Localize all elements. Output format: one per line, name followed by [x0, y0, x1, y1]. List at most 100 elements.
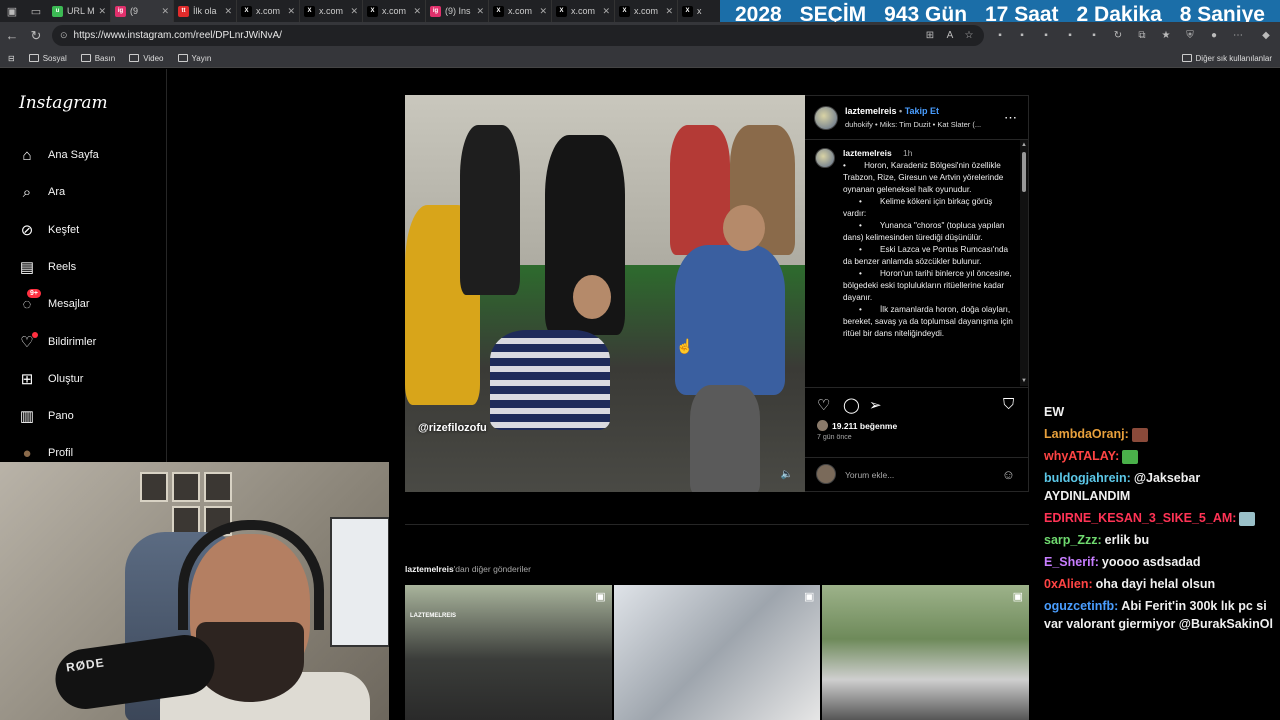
post-thumbnail[interactable]: ▣	[822, 585, 1030, 720]
close-tab-icon[interactable]: ✕	[287, 6, 295, 17]
bookmark-folder-sosyal[interactable]: Sosyal	[28, 54, 67, 63]
caption-author[interactable]: laztemelreis	[843, 148, 892, 158]
folder-icon	[177, 54, 188, 62]
comment-icon[interactable]: ◯	[843, 396, 860, 414]
refresh-ext-icon[interactable]: ↻	[1110, 26, 1126, 44]
tab-title: x.com	[382, 6, 407, 16]
tab-title: İlk ola	[193, 6, 217, 16]
workspaces-icon[interactable]: ▣	[0, 0, 24, 22]
extension-icon[interactable]: ▪	[1038, 26, 1054, 44]
sidebar-item-reels[interactable]: ▤ Reels	[18, 258, 76, 276]
favorite-star-icon[interactable]: ☆	[961, 26, 977, 44]
browser-tab[interactable]: Xx.com ✕	[363, 0, 426, 22]
chat-username[interactable]: EDIRNE_KESAN_3_SIKE_5_AM:	[1044, 511, 1236, 525]
browser-tab[interactable]: Xx.com ✕	[489, 0, 552, 22]
save-bookmark-icon[interactable]: ⛉	[1003, 396, 1014, 413]
scrollbar-thumb[interactable]	[1022, 152, 1026, 192]
author-avatar[interactable]	[814, 106, 838, 130]
extension-icon[interactable]: ▪	[1014, 26, 1030, 44]
likes-count[interactable]: 19.211 beğenme	[817, 420, 897, 431]
follow-button[interactable]: Takip Et	[905, 106, 939, 116]
streamer-webcam: RØDE	[0, 462, 389, 720]
sidebar-item-profile[interactable]: ● Profil	[18, 444, 73, 462]
app-available-icon[interactable]: ⊞	[922, 26, 938, 44]
url-bar[interactable]: ⊙ https://www.instagram.com/reel/DPLnrJW…	[52, 25, 984, 46]
browser-tab[interactable]: Xx.com ✕	[615, 0, 678, 22]
extension-icon[interactable]: ▪	[1062, 26, 1078, 44]
sidebar-item-heart[interactable]: ♡ Bildirimler	[18, 331, 96, 351]
read-aloud-icon[interactable]: A	[942, 26, 958, 44]
sidebar-item-dashboard[interactable]: ▥ Pano	[18, 407, 74, 425]
close-tab-icon[interactable]: ✕	[539, 6, 547, 17]
more-posts-heading: laztemelreis'dan diğer gönderiler	[405, 564, 531, 574]
browser-tab[interactable]: u URL M ✕	[48, 0, 111, 22]
sidebar-item-home[interactable]: ⌂ Ana Sayfa	[18, 146, 98, 164]
close-tab-icon[interactable]: ✕	[476, 6, 484, 17]
close-tab-icon[interactable]: ✕	[98, 6, 106, 17]
site-info-icon[interactable]: ⊙	[60, 30, 68, 41]
scroll-down-icon[interactable]: ▼	[1021, 378, 1027, 384]
comment-input[interactable]: Yorum ekle...	[845, 470, 894, 480]
liker-avatar	[817, 420, 828, 431]
favorites-icon[interactable]: ★	[1158, 26, 1174, 44]
browser-tab[interactable]: Xx.com ✕	[237, 0, 300, 22]
profile-avatar-icon[interactable]: ●	[1206, 26, 1222, 44]
other-bookmarks[interactable]: Diğer sık kullanılanlar	[1181, 54, 1272, 63]
close-tab-icon[interactable]: ✕	[602, 6, 610, 17]
chat-username[interactable]: 0xAlien:	[1044, 577, 1093, 591]
browser-tab[interactable]: ig (9 ✕	[111, 0, 174, 22]
post-thumbnail[interactable]: ▣	[613, 585, 821, 720]
close-tab-icon[interactable]: ✕	[224, 6, 232, 17]
bookmark-folder-basin[interactable]: Basın	[80, 54, 115, 63]
more-options-icon[interactable]: ⋯	[1004, 110, 1017, 126]
chat-username[interactable]: oguzcetinfb:	[1044, 599, 1118, 613]
sidebar-item-messenger[interactable]: ◌ 9+ Mesajlar	[18, 289, 90, 313]
bookmark-folder-yayin[interactable]: Yayın	[177, 54, 211, 63]
audio-info[interactable]: duhokify • Miks: Tim Duzit • Kat Slater …	[845, 120, 981, 129]
reel-video[interactable]: @rizefilozofu 🔈	[405, 95, 805, 492]
sidebar-item-search[interactable]: ⌕ Ara	[18, 183, 65, 201]
chat-username[interactable]: buldogjahrein:	[1044, 471, 1131, 485]
shield-icon[interactable]: ⛨	[1182, 26, 1198, 44]
extension-icon[interactable]: ▪	[1086, 26, 1102, 44]
author-username[interactable]: laztemelreis	[845, 106, 897, 116]
url-text: https://www.instagram.com/reel/DPLnrJWiN…	[73, 30, 282, 41]
bookmark-folder-video[interactable]: Video	[129, 54, 164, 63]
close-tab-icon[interactable]: ✕	[350, 6, 358, 17]
close-tab-icon[interactable]: ✕	[161, 6, 169, 17]
close-tab-icon[interactable]: ✕	[665, 6, 673, 17]
browser-tab[interactable]: Xx.com ✕	[552, 0, 615, 22]
extension-icon[interactable]: ▪	[992, 26, 1008, 44]
emoji-icon[interactable]: ☺	[1002, 467, 1015, 482]
instagram-logo[interactable]: Instagram	[19, 93, 108, 113]
sidebar-item-label: Mesajlar	[48, 298, 90, 311]
caption-avatar[interactable]	[815, 148, 835, 168]
copilot-icon[interactable]: ◆	[1258, 26, 1274, 44]
browser-tab[interactable]: tt İlk ola ✕	[174, 0, 237, 22]
browser-tab[interactable]: Xx.com ✕	[300, 0, 363, 22]
more-menu-icon[interactable]: ⋯	[1230, 26, 1246, 44]
chat-username[interactable]: E_Sherif:	[1044, 555, 1099, 569]
chat-username[interactable]: LambdaOranj:	[1044, 427, 1129, 441]
more-posts-username[interactable]: laztemelreis	[405, 564, 454, 574]
sidebar-item-plus-square[interactable]: ⊞ Oluştur	[18, 370, 84, 388]
bookmark-apps-icon[interactable]: ⊟	[8, 54, 15, 63]
share-send-icon[interactable]: ➢	[869, 396, 882, 414]
back-icon[interactable]: ←	[0, 22, 24, 49]
folder-icon	[80, 54, 91, 62]
split-screen-icon[interactable]: ⧉	[1134, 26, 1150, 44]
author-line: laztemelreis • Takip Et	[845, 106, 939, 116]
chat-username[interactable]: sarp_Zzz:	[1044, 533, 1102, 547]
tab-actions-icon[interactable]: ▭	[24, 0, 48, 22]
caption-scrollbar[interactable]: ▲ ▼	[1020, 140, 1028, 386]
like-heart-icon[interactable]: ♡	[817, 396, 830, 414]
post-thumbnail[interactable]: LAZTEMELREIS ▣	[405, 585, 612, 720]
scroll-up-icon[interactable]: ▲	[1021, 142, 1027, 148]
mute-icon[interactable]: 🔈	[781, 469, 793, 480]
refresh-icon[interactable]: ↻	[24, 22, 48, 49]
browser-tab[interactable]: ig (9) Ins ✕	[426, 0, 489, 22]
comment-box[interactable]: Yorum ekle... ☺	[805, 457, 1029, 493]
close-tab-icon[interactable]: ✕	[413, 6, 421, 17]
sidebar-item-compass[interactable]: ⊘ Keşfet	[18, 221, 79, 239]
chat-username[interactable]: whyATALAY:	[1044, 449, 1119, 463]
